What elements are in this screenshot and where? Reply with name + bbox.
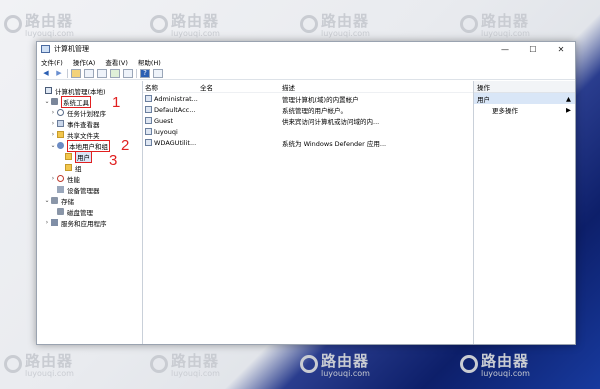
watermark: 路由器 luyouqi.com <box>300 10 370 38</box>
annotation-1: 1 <box>112 94 121 111</box>
column-name[interactable]: 名称 <box>143 82 200 92</box>
actions-users-section[interactable]: 用户 ▲ <box>474 93 575 104</box>
table-row[interactable]: DefaultAcc... 系统管理的用户帐户。 <box>143 104 473 115</box>
chevron-right-icon[interactable]: › <box>49 175 57 182</box>
shared-folder-icon <box>57 131 64 138</box>
maximize-button[interactable]: ☐ <box>519 42 547 56</box>
router-lock-icon <box>460 355 478 373</box>
tree-event-viewer[interactable]: › 事件查看器 <box>37 118 142 129</box>
toolbar: ◀ ▶ ? <box>37 67 575 80</box>
refresh-icon[interactable] <box>110 68 120 78</box>
help-icon[interactable]: ? <box>140 68 150 78</box>
show-tree-icon[interactable] <box>84 68 94 78</box>
clock-icon <box>57 109 64 116</box>
menu-view[interactable]: 查看(V) <box>105 57 128 67</box>
close-button[interactable]: ✕ <box>547 42 575 56</box>
menu-file[interactable]: 文件(F) <box>41 57 63 67</box>
router-lock-icon <box>150 15 168 33</box>
user-icon <box>145 117 152 124</box>
annotation-2: 2 <box>121 137 130 154</box>
action-pane-icon[interactable] <box>153 68 163 78</box>
chevron-down-icon[interactable]: ⌄ <box>43 197 51 204</box>
window-title: 计算机管理 <box>54 45 89 53</box>
table-row[interactable]: luyouqi <box>143 126 473 137</box>
back-arrow-icon[interactable]: ◀ <box>41 69 51 78</box>
up-folder-icon[interactable] <box>71 68 81 78</box>
table-row[interactable]: Guest 供来宾访问计算机或访问域的内... <box>143 115 473 126</box>
tree-root[interactable]: 计算机管理(本地) <box>37 85 142 96</box>
tree-services-apps[interactable]: › 服务和应用程序 <box>37 217 142 228</box>
router-lock-icon <box>300 355 318 373</box>
table-row[interactable]: Administrat... 管理计算机(域)的内置帐户 <box>143 93 473 104</box>
performance-icon <box>57 175 64 182</box>
chevron-right-icon[interactable]: › <box>49 131 57 138</box>
services-icon <box>51 219 58 226</box>
computer-management-icon <box>41 45 50 53</box>
router-lock-icon <box>460 15 478 33</box>
watermark: 路由器 luyouqi.com <box>4 10 74 38</box>
forward-arrow-icon[interactable]: ▶ <box>54 69 64 78</box>
menu-help[interactable]: 帮助(H) <box>138 57 161 67</box>
folder-icon <box>65 164 72 171</box>
disk-icon <box>57 208 64 215</box>
minimize-button[interactable]: — <box>491 42 519 56</box>
event-log-icon <box>57 120 64 127</box>
table-row[interactable]: WDAGUtilit... 系统为 Windows Defender 应用... <box>143 137 473 148</box>
toolbar-separator <box>136 68 137 78</box>
menu-bar: 文件(F) 操作(A) 查看(V) 帮助(H) <box>37 56 575 67</box>
device-manager-icon <box>57 186 64 193</box>
chevron-right-icon[interactable]: › <box>49 120 57 127</box>
properties-icon[interactable] <box>97 68 107 78</box>
export-list-icon[interactable] <box>123 68 133 78</box>
computer-management-window: 计算机管理 — ☐ ✕ 文件(F) 操作(A) 查看(V) 帮助(H) ◀ ▶ … <box>36 41 576 345</box>
watermark: 路由器 luyouqi.com <box>460 350 530 378</box>
tree-performance[interactable]: › 性能 <box>37 173 142 184</box>
toolbar-separator <box>67 68 68 78</box>
tree-system-tools[interactable]: ⌄ 系统工具 <box>37 95 142 108</box>
folder-icon <box>65 153 72 160</box>
watermark: 路由器 luyouqi.com <box>460 10 530 38</box>
list-header: 名称 全名 描述 <box>143 81 473 93</box>
chevron-right-icon[interactable]: › <box>49 109 57 116</box>
computer-icon <box>45 87 52 94</box>
router-lock-icon <box>150 355 168 373</box>
user-icon <box>145 128 152 135</box>
router-lock-icon <box>4 355 22 373</box>
watermark: 路由器 luyouqi.com <box>300 350 370 378</box>
menu-action[interactable]: 操作(A) <box>73 57 96 67</box>
users-list: 名称 全名 描述 Administrat... 管理计算机(域)的内置帐户 Def… <box>143 81 474 344</box>
column-fullname[interactable]: 全名 <box>200 82 282 92</box>
annotation-3: 3 <box>109 152 118 169</box>
console-tree: 计算机管理(本地) ⌄ 系统工具 › 任务计划程序 › 事件查看器 › 共享文件夹 ⌄ 本… <box>37 81 143 344</box>
user-icon <box>145 95 152 102</box>
actions-header: 操作 <box>474 81 575 93</box>
chevron-down-icon[interactable]: ⌄ <box>43 98 51 105</box>
watermark: 路由器 luyouqi.com <box>4 350 74 378</box>
chevron-down-icon[interactable]: ⌄ <box>49 142 57 149</box>
column-description[interactable]: 描述 <box>282 82 473 92</box>
users-icon <box>57 142 64 149</box>
watermark: 路由器 luyouqi.com <box>150 350 220 378</box>
watermark: 路由器 luyouqi.com <box>150 10 220 38</box>
tree-storage[interactable]: ⌄ 存储 <box>37 195 142 206</box>
title-bar[interactable]: 计算机管理 — ☐ ✕ <box>37 42 575 56</box>
router-lock-icon <box>4 15 22 33</box>
storage-icon <box>51 197 58 204</box>
user-icon <box>145 106 152 113</box>
tree-task-scheduler[interactable]: › 任务计划程序 <box>37 107 142 118</box>
tools-icon <box>51 98 58 105</box>
tree-disk-management[interactable]: 磁盘管理 <box>37 206 142 217</box>
more-actions[interactable]: 更多操作 ▶ <box>474 104 575 115</box>
tree-groups[interactable]: 组 <box>37 162 142 173</box>
actions-pane: 操作 用户 ▲ 更多操作 ▶ <box>474 81 575 344</box>
chevron-right-icon: ▶ <box>566 105 571 114</box>
chevron-right-icon[interactable]: › <box>43 219 51 226</box>
user-icon <box>145 139 152 146</box>
collapse-up-icon[interactable]: ▲ <box>566 95 571 103</box>
tree-device-manager[interactable]: 设备管理器 <box>37 184 142 195</box>
router-lock-icon <box>300 15 318 33</box>
